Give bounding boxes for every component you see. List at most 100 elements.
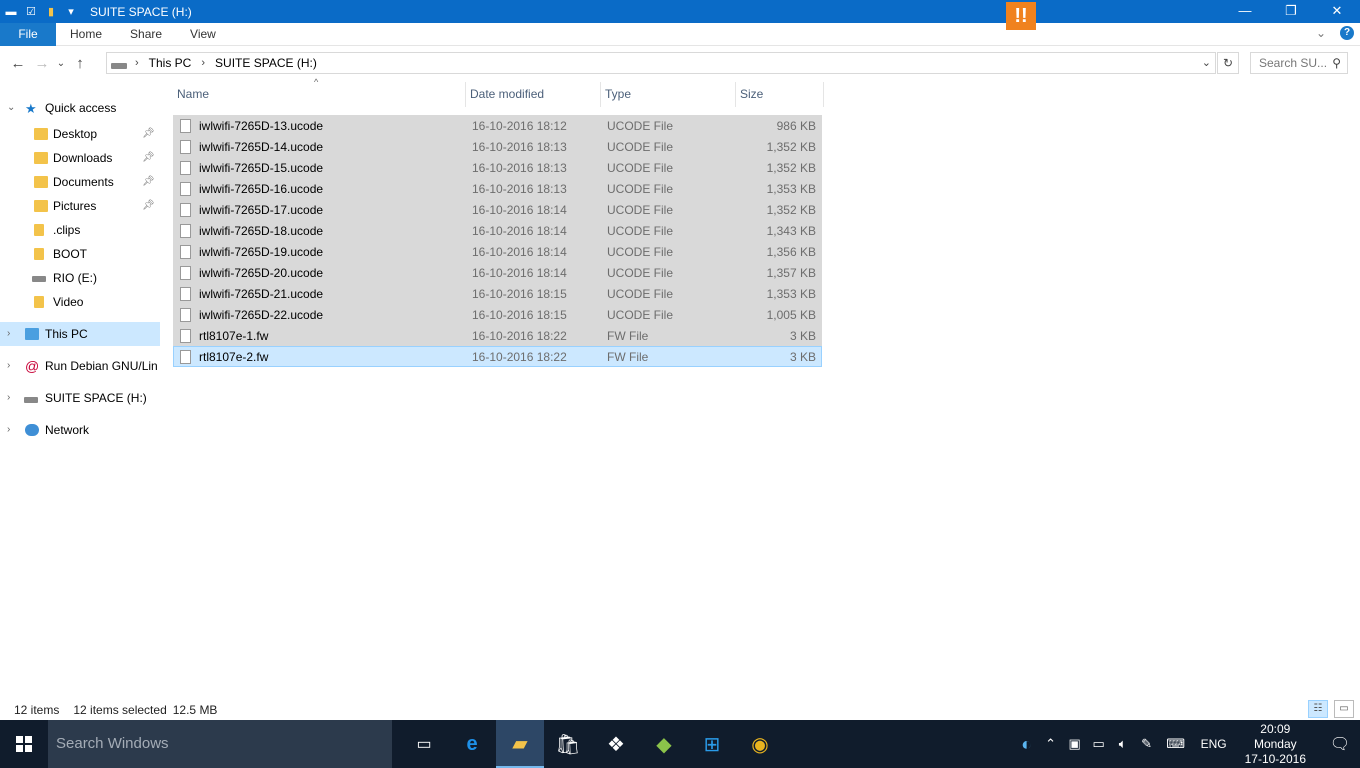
windows-icon[interactable]: ⊞ [688,720,736,768]
nav-rio-drive[interactable]: RIO (E:) [0,266,160,290]
collapsed-chevron-icon[interactable]: › [7,354,10,378]
nav-boot[interactable]: BOOT [0,242,160,266]
tab-share[interactable]: Share [116,23,176,46]
language-indicator[interactable]: ENG [1201,737,1227,751]
dropbox-icon[interactable]: ❖ [592,720,640,768]
volume-icon[interactable]: 🔈︎ [1111,736,1135,752]
keyboard-icon[interactable]: ⌨ [1159,736,1193,752]
file-date: 16-10-2016 18:13 [472,181,567,196]
network-disconnected-icon[interactable]: ▣ [1063,736,1087,752]
forward-icon[interactable]: → [30,55,54,72]
up-icon[interactable]: ↑ [68,55,92,72]
help-icon[interactable]: ? [1340,26,1354,40]
new-folder-icon[interactable]: ▮ [44,5,58,19]
collapsed-chevron-icon[interactable]: › [7,418,10,442]
refresh-icon[interactable]: ↻ [1217,52,1239,74]
expanded-chevron-icon[interactable]: ⌄ [7,96,15,120]
table-row[interactable]: iwlwifi-7265D-20.ucode 16-10-2016 18:14 UC… [173,262,822,283]
details-view-icon[interactable]: ☷ [1308,700,1328,718]
file-explorer-icon[interactable]: ▰ [496,720,544,768]
table-row[interactable]: iwlwifi-7265D-14.ucode 16-10-2016 18:13 UC… [173,136,822,157]
collapsed-chevron-icon[interactable]: › [7,322,10,346]
sort-ascending-icon: ^ [314,77,319,87]
nav-item-label: .clips [53,223,81,237]
nav-suite-space[interactable]: › SUITE SPACE (H:) [0,386,160,410]
chrome-icon[interactable]: ◉ [736,720,784,768]
file-type: UCODE File [607,265,674,280]
taskbar-search-input[interactable]: Search Windows [48,720,392,768]
address-dropdown-icon[interactable]: ⌄ [1202,56,1211,69]
clock[interactable]: 20:09 Monday 17-10-2016 [1245,722,1306,767]
nav-downloads[interactable]: Downloads 📌︎ [0,146,160,170]
table-row[interactable]: iwlwifi-7265D-18.ucode 16-10-2016 18:14 UC… [173,220,822,241]
pin-icon[interactable]: 📌︎ [142,146,155,170]
close-button[interactable]: ✕ [1314,0,1360,23]
pen-icon[interactable]: ✎ [1135,736,1159,752]
customize-toolbar-icon[interactable]: ▾ [64,5,78,19]
nav-item-label: Network [45,423,90,437]
action-center-icon[interactable]: 🗨︎ [1320,734,1360,754]
file-tab[interactable]: File [0,22,56,46]
nav-documents[interactable]: Documents 📌︎ [0,170,160,194]
nav-quick-access[interactable]: ⌄ ★ Quick access [0,96,160,122]
table-row[interactable]: rtl8107e-2.fw 16-10-2016 18:22 FW File 3 KB [173,346,822,367]
nav-video[interactable]: Video [0,290,160,314]
nav-debian[interactable]: › @ Run Debian GNU/Lin [0,354,160,378]
breadcrumb-separator-icon[interactable]: › [135,57,139,69]
table-row[interactable]: iwlwifi-7265D-13.ucode 16-10-2016 18:12 UC… [173,115,822,136]
breadcrumb-suite-space[interactable]: SUITE SPACE (H:) [215,56,317,70]
table-row[interactable]: rtl8107e-1.fw 16-10-2016 18:22 FW File 3 KB [173,325,822,346]
nav-pictures[interactable]: Pictures 📌︎ [0,194,160,218]
tab-view[interactable]: View [176,23,230,46]
file-name-cell: iwlwifi-7265D-19.ucode [174,244,466,259]
table-row[interactable]: iwlwifi-7265D-17.ucode 16-10-2016 18:14 UC… [173,199,822,220]
search-input[interactable]: Search SU... ⚲ [1250,52,1348,74]
collapsed-chevron-icon[interactable]: › [7,386,10,410]
pin-icon[interactable]: 📌︎ [142,122,155,146]
breadcrumb-this-pc[interactable]: This PC [149,56,192,70]
file-icon [180,139,191,154]
large-icons-view-icon[interactable]: ▭ [1334,700,1354,718]
recent-locations-icon[interactable]: ⌄ [54,58,68,69]
expand-ribbon-icon[interactable]: ⌄ [1316,26,1326,40]
back-icon[interactable]: ← [6,55,30,72]
address-bar[interactable]: › This PC › SUITE SPACE (H:) ⌄ [106,52,1216,74]
edge-icon[interactable]: e [448,720,496,768]
warning-icon[interactable]: !! [1006,2,1036,30]
start-button[interactable] [0,720,48,768]
pin-icon[interactable]: 📌︎ [142,170,155,194]
file-size: 1,353 KB [766,286,816,301]
table-row[interactable]: iwlwifi-7265D-19.ucode 16-10-2016 18:14 UC… [173,241,822,262]
column-header-name[interactable]: Name [173,82,466,107]
table-row[interactable]: iwlwifi-7265D-15.ucode 16-10-2016 18:13 UC… [173,157,822,178]
feedback-icon[interactable]: ◐ [1015,734,1039,755]
drive-icon[interactable]: ▬ [4,5,18,19]
download-folder-icon [34,152,48,164]
properties-icon[interactable]: ☑ [24,5,38,19]
search-placeholder: Search SU... [1259,56,1328,70]
table-row[interactable]: iwlwifi-7265D-22.ucode 16-10-2016 18:15 UC… [173,304,822,325]
file-name-cell: iwlwifi-7265D-16.ucode [174,181,466,196]
pin-icon[interactable]: 📌︎ [142,194,155,218]
file-name: iwlwifi-7265D-20.ucode [199,265,324,280]
table-row[interactable]: iwlwifi-7265D-21.ucode 16-10-2016 18:15 UC… [173,283,822,304]
bluestacks-icon[interactable]: ◆ [640,720,688,768]
file-type: UCODE File [607,223,674,238]
maximize-button[interactable]: ❐ [1268,0,1314,23]
tab-home[interactable]: Home [56,23,116,46]
nav-this-pc[interactable]: › This PC [0,322,160,346]
show-hidden-icons-icon[interactable]: ⌃ [1039,736,1063,752]
table-row[interactable]: iwlwifi-7265D-16.ucode 16-10-2016 18:13 UC… [173,178,822,199]
column-header-type[interactable]: Type [601,82,736,107]
task-view-icon[interactable]: ▭ [400,720,448,768]
column-header-date[interactable]: Date modified [466,82,601,107]
nav-clips[interactable]: .clips [0,218,160,242]
minimize-button[interactable]: — [1222,0,1268,23]
nav-network[interactable]: › Network [0,418,160,442]
nav-item-label: This PC [45,327,88,341]
breadcrumb-separator-icon[interactable]: › [201,57,205,69]
column-header-size[interactable]: Size [736,82,824,107]
store-icon[interactable]: 🛍︎ [544,720,592,768]
nav-desktop[interactable]: Desktop 📌︎ [0,122,160,146]
battery-icon[interactable]: ▭ [1087,736,1111,752]
